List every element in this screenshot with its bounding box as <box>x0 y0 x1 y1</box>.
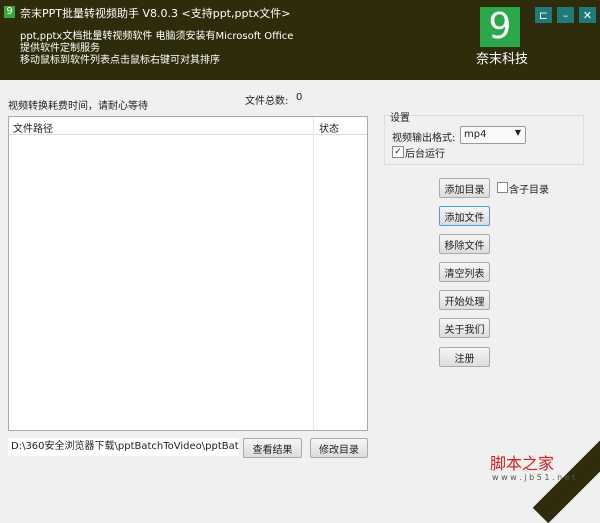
window-title: 奈末PPT批量转视频助手 V8.0.3 <支持ppt,pptx文件> <box>20 7 291 20</box>
notice-text: 视频转换耗费时间，请耐心等待 <box>8 101 148 112</box>
view-result-button[interactable]: 查看结果 <box>243 438 302 458</box>
column-divider <box>313 117 314 430</box>
file-count-label: 文件总数: <box>245 96 289 107</box>
watermark-url: w w w . j b 5 1 . n e t <box>492 473 576 482</box>
app-icon: 9 <box>4 6 15 18</box>
settings-title: 设置 <box>390 109 410 124</box>
desc-line: 移动鼠标到软件列表点击鼠标右键可对其排序 <box>20 55 220 66</box>
format-value: mp4 <box>464 129 487 140</box>
watermark-name: 脚本之家 <box>490 454 555 473</box>
add-file-button[interactable]: 添加文件 <box>439 206 490 226</box>
include-sub-label: 含子目录 <box>509 185 549 196</box>
description: ppt,pptx文档批量转视频软件 电脑须安装有Microsoft Office… <box>20 31 293 67</box>
minimize-button[interactable]: – <box>557 7 574 23</box>
file-list[interactable]: 文件路径 状态 <box>8 116 368 431</box>
brand-name: 奈末科技 <box>476 52 529 67</box>
format-label: 视频输出格式: <box>392 133 456 144</box>
brand-logo: 9 <box>480 7 520 47</box>
chevron-down-icon: ▼ <box>514 128 521 137</box>
output-path-input[interactable]: D:\360安全浏览器下载\pptBatchToVideo\pptBatchTo <box>8 438 239 456</box>
desc-line: ppt,pptx文档批量转视频软件 电脑须安装有Microsoft Office <box>20 31 294 42</box>
register-button[interactable]: 注册 <box>439 347 490 367</box>
remove-file-button[interactable]: 移除文件 <box>439 234 490 254</box>
start-button[interactable]: 开始处理 <box>439 290 490 310</box>
column-status[interactable]: 状态 <box>319 120 339 135</box>
header-banner: 9 奈末PPT批量转视频助手 V8.0.3 <支持ppt,pptx文件> ppt… <box>0 0 600 80</box>
close-button[interactable]: ✕ <box>579 7 596 23</box>
background-label: 后台运行 <box>405 149 445 160</box>
background-checkbox[interactable]: ✓ <box>392 146 404 158</box>
pin-button[interactable]: ⊏ <box>535 7 552 23</box>
column-path[interactable]: 文件路径 <box>13 120 53 135</box>
file-count: 0 <box>296 92 303 103</box>
about-button[interactable]: 关于我们 <box>439 318 490 338</box>
desc-line: 提供软件定制服务 <box>20 43 100 54</box>
add-dir-button[interactable]: 添加目录 <box>439 178 490 198</box>
format-select[interactable]: mp4 ▼ <box>460 126 526 144</box>
include-sub-checkbox[interactable] <box>497 182 508 193</box>
clear-list-button[interactable]: 清空列表 <box>439 262 490 282</box>
change-dir-button[interactable]: 修改目录 <box>310 438 368 458</box>
